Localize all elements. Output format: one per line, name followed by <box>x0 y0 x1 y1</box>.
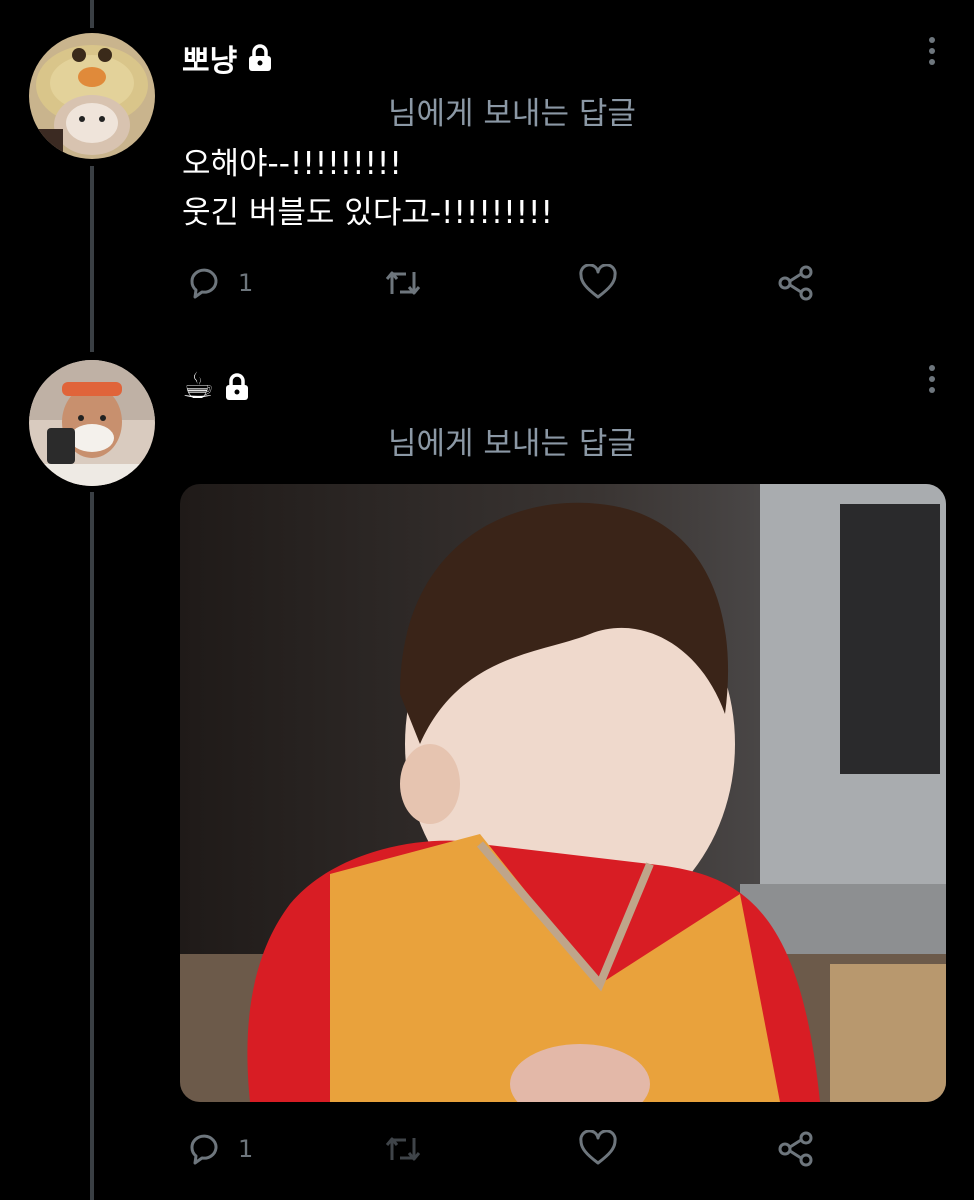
share-button[interactable] <box>776 1130 816 1168</box>
like-icon <box>579 264 617 299</box>
share-icon <box>778 265 813 301</box>
like-button[interactable] <box>578 264 618 302</box>
like-button[interactable] <box>578 1130 618 1168</box>
action-bar: 1 <box>182 264 822 304</box>
reply-to-label: 님에게 보내는 답글 <box>388 96 636 132</box>
author-name[interactable]: ☕ <box>182 366 214 407</box>
lock-icon <box>222 372 252 402</box>
retweet-icon <box>385 271 421 295</box>
author-name[interactable]: 뽀냥 <box>182 36 237 80</box>
tweet-text: 오해야--!!!!!!!!! 웃긴 버블도 있다고-!!!!!!!!! <box>182 140 553 238</box>
lock-icon <box>245 43 275 73</box>
tweet[interactable]: 뽀냥 님에게 보내는 답글 오해야--!!!!!!!!! 웃긴 버블도 있다고-… <box>0 0 974 340</box>
reply-button[interactable]: 1 <box>186 264 253 302</box>
reply-count: 1 <box>238 269 254 297</box>
tweet-text-line: 웃긴 버블도 있다고-!!!!!!!!! <box>182 195 553 231</box>
reply-icon <box>190 1134 218 1165</box>
retweet-button[interactable] <box>382 1130 424 1168</box>
reply-count: 1 <box>238 1135 254 1163</box>
tweet[interactable]: ☕ 님에게 보내는 답글 1 <box>0 340 974 1200</box>
avatar[interactable] <box>29 33 155 159</box>
share-icon <box>778 1131 813 1167</box>
media-image[interactable] <box>180 484 946 1102</box>
share-button[interactable] <box>776 264 816 302</box>
reply-to-label: 님에게 보내는 답글 <box>388 426 636 462</box>
more-options-icon[interactable] <box>928 364 936 394</box>
avatar[interactable] <box>29 360 155 486</box>
more-options-icon[interactable] <box>928 36 936 66</box>
tweet-text-line: 오해야--!!!!!!!!! <box>182 146 402 182</box>
reply-icon <box>190 268 218 299</box>
action-bar: 1 <box>182 1130 822 1170</box>
like-icon <box>579 1130 617 1165</box>
retweet-icon <box>385 1137 421 1161</box>
reply-button[interactable]: 1 <box>186 1130 253 1168</box>
retweet-button[interactable] <box>382 264 424 302</box>
